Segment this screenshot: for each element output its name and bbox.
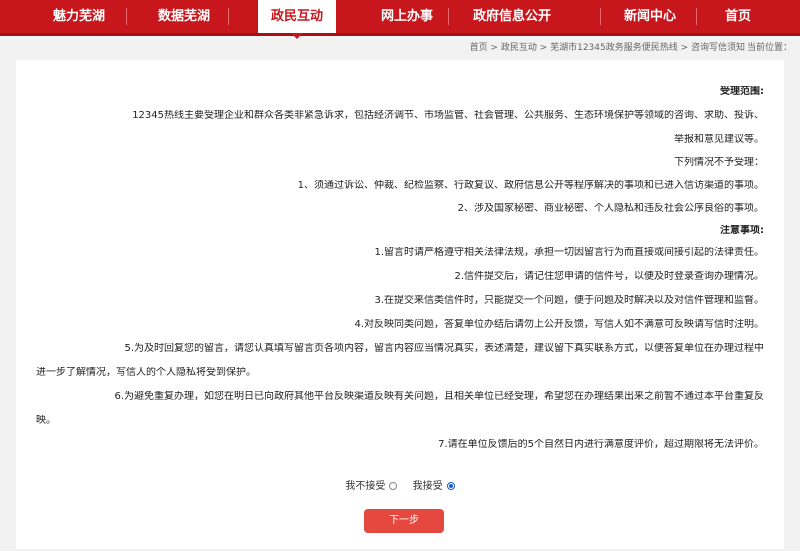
scope-text: 12345热线主要受理企业和群众各类非紧急诉求，包括经济调节、市场监管、社会管理… bbox=[132, 110, 764, 121]
breadcrumb-path: 首页 > 政民互动 > 芜湖市12345政务服务便民热线 > 咨询写信须知 bbox=[469, 43, 745, 53]
scope-text: 举报和意见建议等。 bbox=[674, 134, 764, 145]
accept-radio-option[interactable]: 我接受 bbox=[413, 480, 455, 494]
not-accepted-item: 2、涉及国家秘密、商业秘密、个人隐私和违反社会公序良俗的事项。 bbox=[457, 203, 764, 214]
nav-item-news[interactable]: 新闻中心 bbox=[610, 0, 690, 33]
nav-separator bbox=[228, 8, 229, 25]
accept-radio-label: 我接受 bbox=[412, 481, 443, 492]
note-item: 3.在提交来信类信件时，只能提交一个问题，便于问题及时解决以及对信件管理和监督。 bbox=[374, 295, 764, 306]
nav-item-online-service[interactable]: 网上办事 bbox=[372, 0, 442, 33]
not-accepted-intro: 下列情况不予受理： bbox=[674, 157, 764, 168]
nav-separator bbox=[696, 8, 697, 25]
nav-separator bbox=[448, 8, 449, 25]
accept-radio[interactable] bbox=[446, 482, 455, 490]
note-item: 2.信件提交后，请记住您申请的信件号，以便及时登录查询办理情况。 bbox=[454, 271, 764, 282]
notice-content: 受理范围: 12345热线主要受理企业和群众各类非紧急诉求，包括经济调节、市场监… bbox=[36, 86, 764, 451]
note-item: 5.为及时回复您的留言，请您认真填写留言页各项内容，留言内容应当情况真实，表述清… bbox=[124, 343, 764, 354]
reject-radio[interactable] bbox=[389, 482, 398, 490]
top-navigation: 首页 新闻中心 政府信息公开 网上办事 政民互动 数据芜湖 魅力芜湖 bbox=[0, 0, 800, 39]
reject-radio-label: 我不接受 bbox=[345, 481, 386, 492]
breadcrumb-prefix: 当前位置： bbox=[746, 43, 792, 53]
nav-separator bbox=[126, 8, 127, 25]
note-item: 1.留言时请严格遵守相关法律法规，承担一切因留言行为而直接或间接引起的法律责任。 bbox=[374, 247, 764, 258]
agreement-radio-group: 我不接受 我接受 bbox=[16, 480, 784, 494]
nav-separator bbox=[600, 8, 601, 25]
notes-heading: 注意事项: bbox=[720, 225, 764, 236]
nav-item-data[interactable]: 数据芜湖 bbox=[146, 0, 222, 33]
nav-item-home[interactable]: 首页 bbox=[708, 0, 768, 33]
note-item: 4.对反映同类问题，答复单位办结后请勿上公开反馈，写信人如不满意可反映请写信时注… bbox=[354, 319, 764, 330]
content-panel: 受理范围: 12345热线主要受理企业和群众各类非紧急诉求，包括经济调节、市场监… bbox=[16, 60, 784, 549]
reject-radio-option[interactable]: 我不接受 bbox=[345, 480, 398, 494]
note-item-continued: 映。 bbox=[36, 415, 56, 426]
next-button[interactable]: 下一步 bbox=[364, 509, 444, 533]
scope-heading: 受理范围: bbox=[720, 86, 764, 97]
breadcrumb: 首页 > 政民互动 > 芜湖市12345政务服务便民热线 > 咨询写信须知 当前位… bbox=[8, 40, 792, 54]
note-item: 6.为避免重复办理，如您在明日已向政府其他平台反映渠道反映有关问题，且相关单位已… bbox=[114, 391, 764, 402]
not-accepted-item: 1、须通过诉讼、仲裁、纪检监察、行政复议、政府信息公开等程序解决的事项和已进入信… bbox=[297, 180, 764, 191]
nav-item-interaction[interactable]: 政民互动 bbox=[258, 0, 336, 39]
note-item-continued: 进一步了解情况，写信人的个人隐私将受到保护。 bbox=[36, 367, 256, 378]
nav-item-gov-info[interactable]: 政府信息公开 bbox=[458, 0, 566, 33]
nav-item-charm[interactable]: 魅力芜湖 bbox=[40, 0, 118, 33]
note-item: 7.请在单位反馈后的5个自然日内进行满意度评价，超过期限将无法评价。 bbox=[438, 439, 764, 450]
